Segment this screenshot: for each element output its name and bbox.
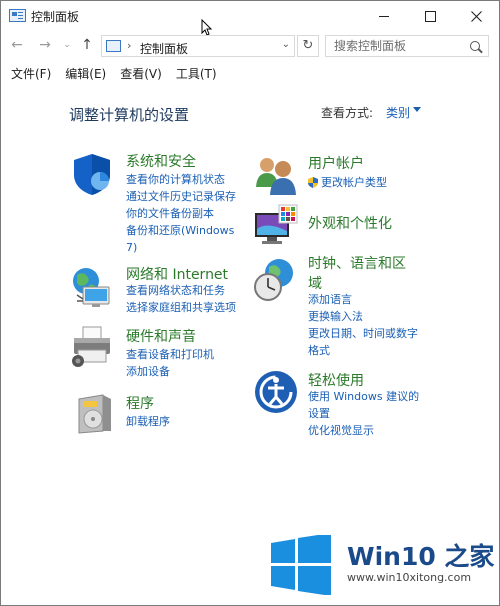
link-backup-restore-cont[interactable]: 7) (126, 239, 137, 256)
link-view-computer-status[interactable]: 查看你的计算机状态 (126, 171, 225, 188)
watermark-url: www.win10xitong.com (347, 571, 472, 584)
category-title-appearance[interactable]: 外观和个性化 (308, 213, 392, 233)
refresh-button[interactable]: ↻ (297, 35, 319, 57)
view-by-dropdown-arrow-icon[interactable] (413, 107, 421, 112)
users-icon[interactable] (253, 153, 299, 199)
link-change-date-time-cont[interactable]: 格式 (308, 342, 330, 359)
category-title-clock-region-cont[interactable]: 域 (308, 273, 322, 293)
link-add-device[interactable]: 添加设备 (126, 363, 170, 380)
monitor-palette-icon[interactable] (253, 203, 299, 249)
minimize-button[interactable] (361, 1, 407, 31)
link-file-history-cont[interactable]: 你的文件备份副本 (126, 205, 214, 222)
link-network-status[interactable]: 查看网络状态和任务 (126, 282, 225, 299)
windows-logo-icon (271, 535, 331, 595)
category-title-clock-region[interactable]: 时钟、语言和区 (308, 253, 406, 273)
title-bar: 控制面板 (1, 1, 499, 36)
search-icon[interactable] (470, 41, 480, 51)
close-icon (470, 10, 482, 22)
search-input[interactable] (326, 36, 469, 56)
breadcrumb-control-panel[interactable]: 控制面板 (140, 40, 188, 57)
link-change-date-time[interactable]: 更改日期、时间或数字 (308, 325, 418, 342)
navigation-bar: ← → ⌄ ↑ › 控制面板 ⌄ ↻ (1, 31, 499, 61)
link-optimize-visual-display[interactable]: 优化视觉显示 (308, 422, 374, 439)
printer-icon[interactable] (69, 325, 115, 371)
menu-view[interactable]: 查看(V) (110, 64, 162, 84)
link-add-language[interactable]: 添加语言 (308, 291, 352, 308)
refresh-icon: ↻ (302, 38, 314, 53)
chevron-down-icon[interactable]: ⌄ (282, 39, 290, 50)
category-title-hardware[interactable]: 硬件和声音 (126, 326, 196, 346)
breadcrumb-separator-icon[interactable]: › (127, 39, 131, 52)
link-devices-printers[interactable]: 查看设备和打印机 (126, 346, 214, 363)
window-title: 控制面板 (31, 10, 80, 24)
page-title: 调整计算机的设置 (69, 106, 190, 124)
forward-arrow-icon[interactable]: → (37, 37, 53, 53)
link-windows-suggested-settings-cont[interactable]: 设置 (308, 405, 330, 422)
clock-globe-icon[interactable] (253, 257, 299, 303)
link-uninstall-program[interactable]: 卸载程序 (126, 413, 170, 430)
search-box (325, 35, 489, 57)
programs-box-icon[interactable] (73, 391, 119, 437)
close-button[interactable] (453, 1, 499, 31)
maximize-icon (424, 10, 436, 22)
link-homegroup[interactable]: 选择家庭组和共享选项 (126, 299, 236, 316)
view-by-label: 查看方式: (321, 106, 374, 120)
category-title-system-security[interactable]: 系统和安全 (126, 151, 196, 171)
ease-of-access-icon[interactable] (253, 369, 299, 415)
category-title-users[interactable]: 用户帐户 (308, 153, 364, 173)
link-windows-suggested-settings[interactable]: 使用 Windows 建议的 (308, 388, 419, 405)
address-bar[interactable]: › 控制面板 ⌄ (101, 35, 295, 57)
menu-bar: 文件(F) 编辑(E) 查看(V) 工具(T) (1, 64, 221, 84)
shield-icon[interactable] (69, 151, 115, 197)
control-panel-small-icon (106, 40, 121, 52)
back-arrow-icon[interactable]: ← (9, 37, 25, 53)
control-panel-window: 控制面板 ← → ⌄ ↑ › 控制面板 ⌄ ↻ 文件(F) 编辑(E) 查看(V… (0, 0, 500, 606)
network-globe-icon[interactable] (69, 265, 115, 311)
watermark-brand: Win10 之家 (347, 542, 495, 571)
control-panel-icon (9, 9, 26, 22)
link-file-history[interactable]: 通过文件历史记录保存 (126, 188, 236, 205)
up-arrow-icon[interactable]: ↑ (79, 37, 95, 53)
category-title-network[interactable]: 网络和 Internet (126, 264, 228, 284)
menu-file[interactable]: 文件(F) (1, 64, 51, 84)
category-title-ease-of-access[interactable]: 轻松使用 (308, 370, 364, 390)
category-title-programs[interactable]: 程序 (126, 393, 154, 413)
link-change-account-type[interactable]: 更改帐户类型 (321, 174, 387, 191)
uac-shield-icon (308, 177, 318, 188)
minimize-icon (379, 15, 389, 17)
recent-locations-chevron-icon[interactable]: ⌄ (59, 37, 75, 53)
menu-edit[interactable]: 编辑(E) (55, 64, 106, 84)
link-backup-restore[interactable]: 备份和还原(Windows (126, 222, 234, 239)
link-change-input-method[interactable]: 更换输入法 (308, 308, 363, 325)
view-by-dropdown[interactable]: 类别 (386, 104, 410, 121)
menu-tools[interactable]: 工具(T) (166, 64, 217, 84)
maximize-button[interactable] (407, 1, 453, 31)
